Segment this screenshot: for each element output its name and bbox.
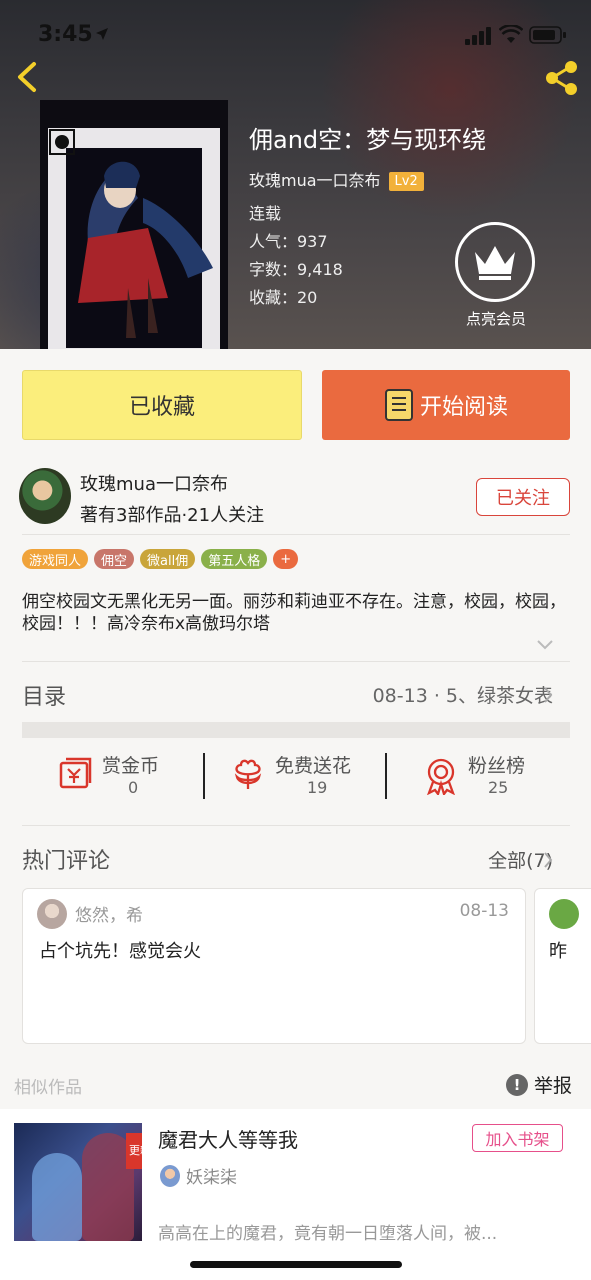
stat-divider — [203, 753, 205, 799]
crown-icon — [455, 222, 535, 302]
share-icon[interactable] — [543, 60, 579, 96]
flower-icon — [234, 759, 262, 789]
commenter-avatar[interactable] — [37, 899, 67, 929]
tag-chip[interactable]: 微all佣 — [140, 549, 196, 569]
location-arrow-icon — [96, 28, 108, 40]
book-status: 连载 — [249, 204, 282, 223]
book-author-line[interactable]: 玫瑰mua一口奈布 Lv2 — [249, 167, 424, 191]
toc-chevron-right-icon[interactable] — [543, 686, 553, 704]
author-avatar[interactable] — [19, 468, 71, 524]
similar-book-author[interactable]: 妖柒柒 — [160, 1163, 237, 1188]
flower-count: 19 — [307, 778, 328, 797]
book-title: 佣and空：梦与现环绕 — [249, 126, 487, 154]
exclamation-icon: ! — [506, 1073, 528, 1096]
home-indicator[interactable] — [190, 1261, 402, 1268]
toc-latest-chapter[interactable]: 08-13 · 5、绿茶女表 — [373, 681, 553, 708]
book-favorites: 收藏：20 — [249, 288, 318, 307]
reward-coin-label: 赏金币 — [102, 755, 160, 777]
reward-coin-count: 0 — [128, 778, 139, 797]
reward-coin-stat[interactable]: 赏金币 0 — [58, 751, 198, 799]
similar-book-description: 高高在上的魔君，竟有朝一日堕落人间，被... — [158, 1224, 498, 1244]
book-author[interactable]: 玫瑰mua一口奈布 — [249, 171, 381, 190]
tag-chip[interactable]: 第五人格 — [201, 549, 268, 569]
toc-label[interactable]: 目录 — [22, 679, 66, 711]
book-cover[interactable] — [40, 100, 228, 349]
flower-label: 免费送花 — [275, 755, 352, 777]
add-tag-button[interactable]: + — [273, 549, 299, 569]
start-reading-label: 开始阅读 — [419, 395, 508, 420]
status-bar: 3:45 — [0, 0, 591, 70]
stat-divider — [385, 753, 387, 799]
fan-ranking-count: 25 — [488, 778, 509, 797]
report-button[interactable]: ! 举报 — [506, 1071, 572, 1098]
cover-art — [48, 128, 220, 349]
similar-works-title: 相似作品 — [14, 1078, 82, 1098]
status-time: 3:45 — [38, 22, 93, 47]
divider — [22, 534, 570, 535]
add-to-shelf-button[interactable]: 加入书架 — [472, 1124, 563, 1152]
comment-text: 占个坑先！感觉会火 — [39, 941, 201, 962]
cover-illustration — [49, 129, 213, 338]
vip-button[interactable]: 点亮会员 — [455, 222, 537, 329]
similar-book-cover[interactable]: 更新 — [14, 1123, 142, 1241]
updated-badge: 更新 — [126, 1133, 142, 1169]
author-avatar-icon — [160, 1164, 180, 1187]
commenter-name[interactable]: 悠然，希 — [75, 901, 143, 926]
tag-list: 游戏同人 佣空 微all佣 第五人格 + — [22, 549, 299, 569]
wifi-icon — [499, 25, 523, 43]
book-popularity: 人气：937 — [249, 232, 328, 251]
book-word-count: 字数：9,418 — [249, 260, 343, 279]
comment-date: 08-13 — [459, 901, 509, 921]
comments-chevron-right-icon[interactable] — [543, 851, 553, 869]
similar-author-name: 妖柒柒 — [186, 1168, 237, 1188]
divider — [22, 661, 570, 662]
vip-label: 点亮会员 — [465, 310, 526, 328]
back-arrow-icon[interactable] — [12, 58, 44, 96]
hot-comments-title: 热门评论 — [22, 849, 111, 874]
comment-card[interactable]: 昨 — [534, 888, 591, 1044]
comment-card[interactable]: 悠然，希 08-13 占个坑先！感觉会火 — [22, 888, 526, 1044]
follow-button[interactable]: 已关注 — [476, 478, 570, 516]
medal-icon — [427, 758, 455, 795]
reward-coin-icon — [59, 757, 92, 789]
similar-book-card[interactable]: 更新 魔君大人等等我 加入书架 妖柒柒 高高在上的魔君，竟有朝一日堕落人间，被.… — [0, 1109, 591, 1280]
comment-text: 昨 — [549, 941, 567, 962]
author-stats: 著有3部作品·21人关注 — [80, 505, 265, 526]
book-header: 3:45 佣and空：梦与现环绕 玫瑰mua一口奈布 Lv2 连载 人气：937… — [0, 0, 591, 349]
tag-chip[interactable]: 游戏同人 — [22, 549, 89, 569]
tag-chip[interactable]: 佣空 — [94, 549, 135, 569]
book-description: 佣空校园文无黑化无另一面。丽莎和莉迪亚不存在。注意，校园，校园，校园！！！高冷奈… — [22, 592, 566, 634]
report-label: 举报 — [534, 1075, 573, 1097]
fan-ranking-label: 粉丝榜 — [468, 755, 526, 777]
battery-icon — [529, 26, 566, 44]
author-name[interactable]: 玫瑰mua一口奈布 — [80, 470, 228, 496]
commenter-avatar[interactable] — [549, 899, 579, 929]
collected-button[interactable]: 已收藏 — [22, 370, 302, 440]
author-level-badge: Lv2 — [388, 172, 424, 191]
expand-chevron-down-icon[interactable] — [536, 639, 554, 651]
similar-book-title[interactable]: 魔君大人等等我 — [158, 1124, 298, 1153]
fan-ranking-stat[interactable]: 粉丝榜 25 — [424, 751, 554, 799]
start-reading-button[interactable]: 开始阅读 — [322, 370, 570, 440]
flower-stat[interactable]: 免费送花 19 — [231, 751, 381, 799]
section-separator — [22, 722, 570, 738]
book-icon — [384, 389, 413, 421]
book-detail-content: 已收藏 开始阅读 玫瑰mua一口奈布 著有3部作品·21人关注 已关注 游戏同人… — [0, 349, 591, 1280]
cellular-signal-icon — [465, 27, 491, 45]
divider — [22, 825, 570, 826]
